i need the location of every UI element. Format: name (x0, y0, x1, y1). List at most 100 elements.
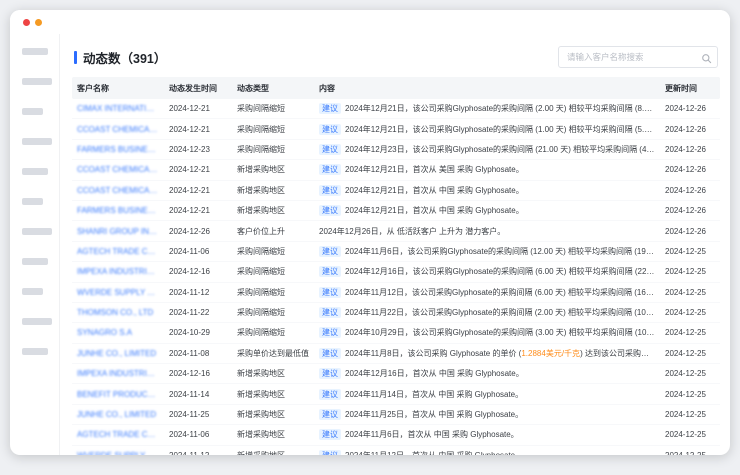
content-text: 2024年12月16日，首次从 中国 采购 Glyphosate。 (345, 369, 524, 378)
table-row: JUNHE CO., LIMITED 2024-11-25 新增采购地区 建议2… (72, 405, 720, 425)
sidebar-item[interactable] (22, 348, 48, 355)
sidebar-item[interactable] (22, 288, 43, 295)
dynamics-table: 客户名称 动态发生时间 动态类型 内容 更新时间 CIMAX INTERNATI… (72, 77, 720, 455)
app-window: 动态数（391） 客户名称 动态发生时间 动态类型 (10, 10, 730, 455)
type-cell: 新增采购地区 (232, 450, 314, 455)
sidebar-item[interactable] (22, 138, 52, 145)
suggestion-badge: 建议 (319, 124, 341, 135)
customer-link[interactable]: CCOAST CHEMICALS 3 LLC (72, 165, 164, 174)
customer-link[interactable]: SYNAGRO S.A (72, 328, 164, 337)
content-cell: 2024年12月26日，从 低活跃客户 上升为 潜力客户。 (314, 226, 660, 237)
customer-link[interactable]: FARMERS BUSINESS NET... (72, 206, 164, 215)
content-cell: 建议2024年12月16日，该公司采购Glyphosate的采购间隔 (6.00… (314, 266, 660, 277)
customer-link[interactable]: AGTECH TRADE COMPA... (72, 430, 164, 439)
occurred-cell: 2024-12-21 (164, 186, 232, 195)
customer-link[interactable]: CCOAST CHEMICALS 3 LLC (72, 125, 164, 134)
content-text: 2024年12月21日，该公司采购Glyphosate的采购间隔 (1.00 天… (345, 125, 660, 134)
customer-link[interactable]: WVERDE SUPPLY AGRIC... (72, 288, 164, 297)
window-close-button[interactable] (23, 19, 30, 26)
customer-link[interactable]: AGTECH TRADE COMPA... (72, 247, 164, 256)
table-row: SHANRI GROUP INTER... 2024-12-26 客户价位上升 … (72, 221, 720, 241)
customer-link[interactable]: IMPEXA INDUSTRIAL STRA... (72, 267, 164, 276)
updated-cell: 2024-12-26 (660, 186, 720, 195)
suggestion-badge: 建议 (319, 205, 341, 216)
content-text: 2024年11月12日，该公司采购Glyphosate的采购间隔 (6.00 天… (345, 288, 660, 297)
updated-cell: 2024-12-26 (660, 206, 720, 215)
page-title-text: 动态数（391） (83, 48, 166, 67)
occurred-cell: 2024-12-21 (164, 206, 232, 215)
sidebar-item[interactable] (22, 108, 43, 115)
suggestion-badge: 建议 (319, 164, 341, 175)
suggestion-badge: 建议 (319, 368, 341, 379)
sidebar-item[interactable] (22, 258, 48, 265)
occurred-cell: 2024-12-21 (164, 165, 232, 174)
customer-link[interactable]: JUNHE CO., LIMITED (72, 349, 164, 358)
customer-search (558, 46, 718, 68)
type-cell: 采购间隔缩短 (232, 266, 314, 277)
updated-cell: 2024-12-25 (660, 247, 720, 256)
type-cell: 新增采购地区 (232, 368, 314, 379)
type-cell: 采购间隔缩短 (232, 307, 314, 318)
table-row: WVERDE SUPPLY AGRIC... 2024-11-12 新增采购地区… (72, 446, 720, 455)
occurred-cell: 2024-10-29 (164, 328, 232, 337)
type-cell: 采购间隔缩短 (232, 124, 314, 135)
content-cell: 建议2024年10月29日，该公司采购Glyphosate的采购间隔 (3.00… (314, 327, 660, 338)
content-text: 2024年11月12日，首次从 中国 采购 Glyphosate。 (345, 451, 523, 455)
sidebar-item[interactable] (22, 78, 52, 85)
content-highlight: 1.2884美元/千克 (521, 349, 580, 358)
customer-link[interactable]: FARMERS BUSINESS NET... (72, 145, 164, 154)
customer-link[interactable]: SHANRI GROUP INTER... (72, 227, 164, 236)
sidebar-item[interactable] (22, 228, 52, 235)
customer-link[interactable]: THOMSON CO., LTD (72, 308, 164, 317)
content-cell: 建议2024年11月6日，该公司采购Glyphosate的采购间隔 (12.00… (314, 246, 660, 257)
updated-cell: 2024-12-25 (660, 267, 720, 276)
type-cell: 采购单价达到最低值 (232, 348, 314, 359)
table-row: FARMERS BUSINESS NET... 2024-12-23 采购间隔缩… (72, 140, 720, 160)
column-header-type: 动态类型 (232, 83, 314, 94)
table-row: SYNAGRO S.A 2024-10-29 采购间隔缩短 建议2024年10月… (72, 323, 720, 343)
suggestion-badge: 建议 (319, 389, 341, 400)
type-cell: 客户价位上升 (232, 226, 314, 237)
content-cell: 建议2024年12月21日，该公司采购Glyphosate的采购间隔 (2.00… (314, 103, 660, 114)
column-header-updated: 更新时间 (660, 83, 720, 94)
customer-link[interactable]: JUNHE CO., LIMITED (72, 410, 164, 419)
customer-link[interactable]: IMPEXA INDUSTRIAL STRA... (72, 369, 164, 378)
table-row: CCOAST CHEMICALS 3 LLC 2024-12-21 采购间隔缩短… (72, 119, 720, 139)
table-row: IMPEXA INDUSTRIAL STRA... 2024-12-16 采购间… (72, 262, 720, 282)
sidebar-item[interactable] (22, 318, 52, 325)
table-body: CIMAX INTERNATIONAL L... 2024-12-21 采购间隔… (72, 99, 720, 455)
customer-link[interactable]: CIMAX INTERNATIONAL L... (72, 104, 164, 113)
window-minimize-button[interactable] (35, 19, 42, 26)
type-cell: 新增采购地区 (232, 164, 314, 175)
updated-cell: 2024-12-25 (660, 451, 720, 455)
customer-link[interactable]: CCOAST CHEMICALS 3 LLC (72, 186, 164, 195)
content-text: 2024年12月23日，该公司采购Glyphosate的采购间隔 (21.00 … (345, 145, 660, 154)
content-text: 2024年12月21日，首次从 中国 采购 Glyphosate。 (345, 206, 524, 215)
title-accent-bar (74, 51, 77, 64)
page-title: 动态数（391） (74, 48, 166, 67)
sidebar-item[interactable] (22, 168, 48, 175)
content-cell: 建议2024年11月12日，首次从 中国 采购 Glyphosate。 (314, 450, 660, 455)
content-text: ) 达到该公司采购历史最低值。 (580, 349, 660, 358)
suggestion-badge: 建议 (319, 103, 341, 114)
updated-cell: 2024-12-25 (660, 390, 720, 399)
main-content: 动态数（391） 客户名称 动态发生时间 动态类型 (60, 34, 730, 455)
table-row: AGTECH TRADE COMPA... 2024-11-06 采购间隔缩短 … (72, 242, 720, 262)
type-cell: 采购间隔缩短 (232, 246, 314, 257)
content-text: 2024年11月22日，该公司采购Glyphosate的采购间隔 (2.00 天… (345, 308, 660, 317)
sidebar-item[interactable] (22, 48, 48, 55)
occurred-cell: 2024-12-26 (164, 227, 232, 236)
updated-cell: 2024-12-25 (660, 430, 720, 439)
content-text: 2024年11月14日，首次从 中国 采购 Glyphosate。 (345, 390, 523, 399)
sidebar-item[interactable] (22, 198, 43, 205)
updated-cell: 2024-12-25 (660, 349, 720, 358)
content-cell: 建议 2024年12月21日，首次从 中国 采购 Glyphosate。 (314, 205, 660, 216)
content-cell: 建议2024年12月21日，首次从 美国 采购 Glyphosate。 (314, 164, 660, 175)
customer-link[interactable]: WVERDE SUPPLY AGRIC... (72, 451, 164, 455)
content-text: 2024年12月21日，首次从 中国 采购 Glyphosate。 (345, 186, 524, 195)
suggestion-badge: 建议 (319, 144, 341, 155)
search-input[interactable] (558, 46, 718, 68)
updated-cell: 2024-12-25 (660, 369, 720, 378)
customer-link[interactable]: BENEFIT PRODUCTIO... (72, 390, 164, 399)
occurred-cell: 2024-11-12 (164, 451, 232, 455)
